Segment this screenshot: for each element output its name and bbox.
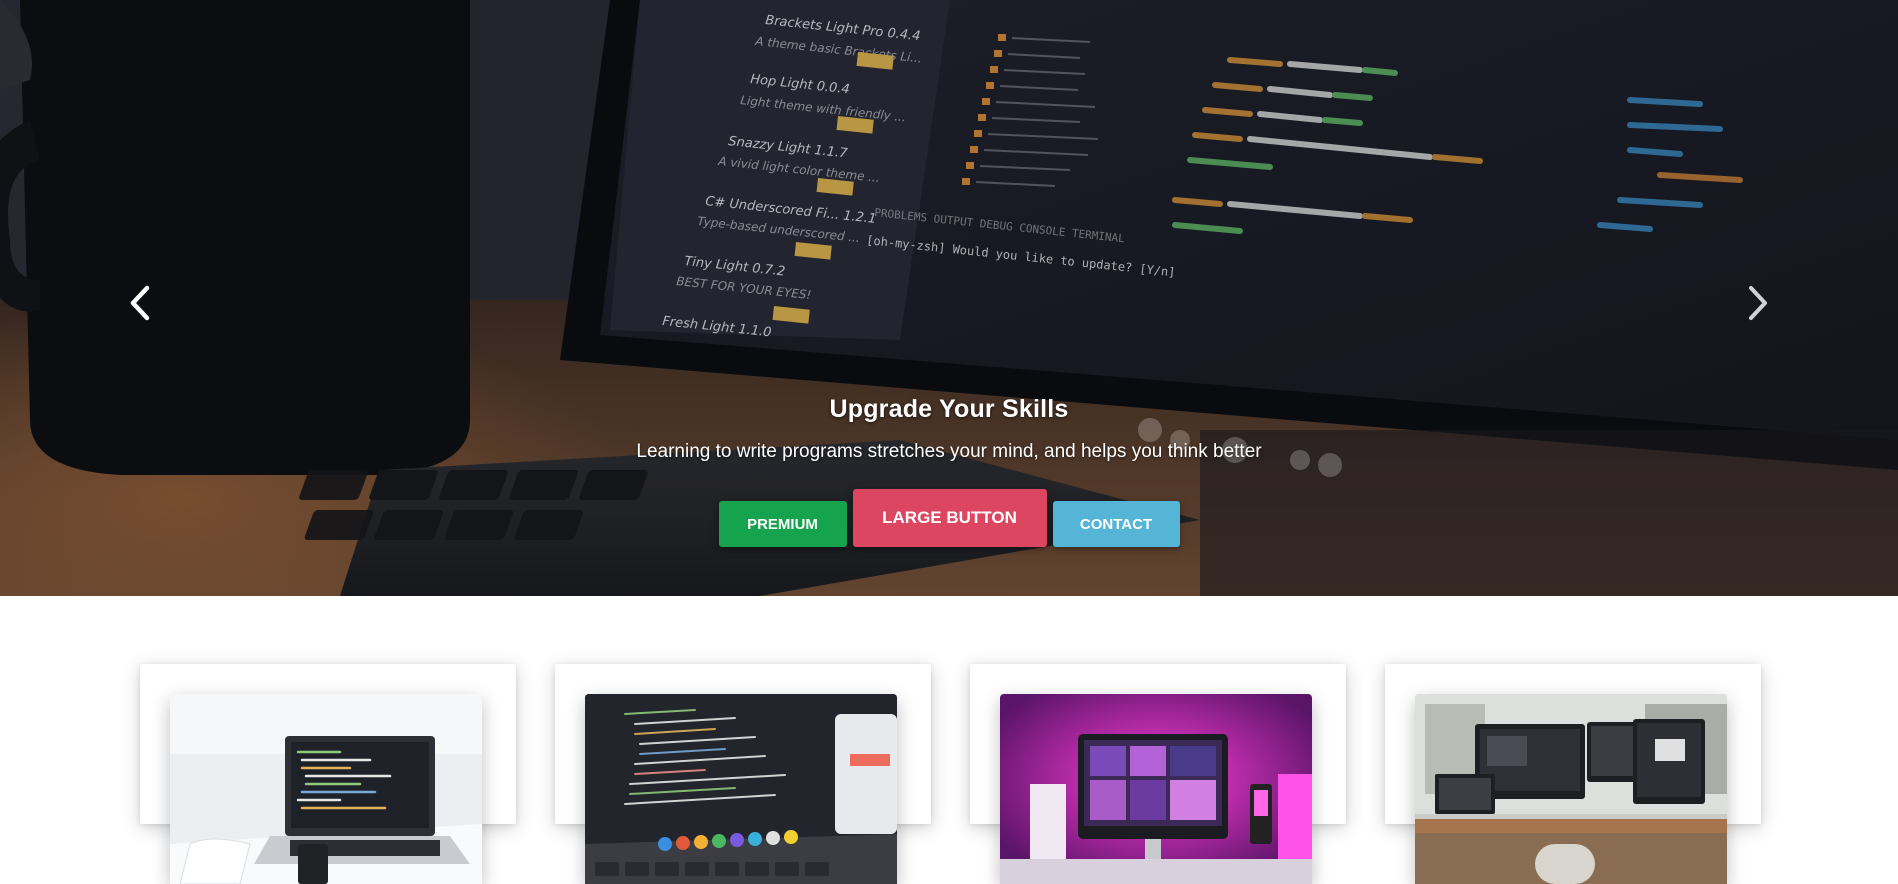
hero-button-group: PREMIUM LARGE BUTTON CONTACT [0,489,1898,547]
chevron-left-icon [129,285,151,326]
card-image-pink-lit-imac-desk[interactable] [1000,694,1312,884]
course-cards [0,596,1898,884]
large-button[interactable]: LARGE BUTTON [852,489,1047,547]
contact-button[interactable]: CONTACT [1052,501,1180,547]
hero-subtitle: Learning to write programs stretches you… [636,441,1262,462]
chevron-right-icon [1747,285,1769,326]
carousel-next-button[interactable] [1736,280,1780,330]
card[interactable] [970,664,1346,884]
hero-caption: Upgrade Your Skills Learning to write pr… [0,395,1898,463]
hero-title: Upgrade Your Skills [829,395,1069,423]
card-image-code-on-laptop-screen[interactable] [585,694,897,884]
carousel-prev-button[interactable] [118,280,162,330]
card[interactable] [555,664,931,884]
card[interactable] [1385,664,1761,884]
card-image-laptop-on-white-desk[interactable] [170,694,482,884]
card[interactable] [140,664,516,884]
card-image-multi-monitor-workstation[interactable] [1415,694,1727,884]
hero-carousel: Brackets Light Pro 0.4.4 A theme basic B… [0,0,1898,596]
premium-button[interactable]: PREMIUM [718,501,847,547]
